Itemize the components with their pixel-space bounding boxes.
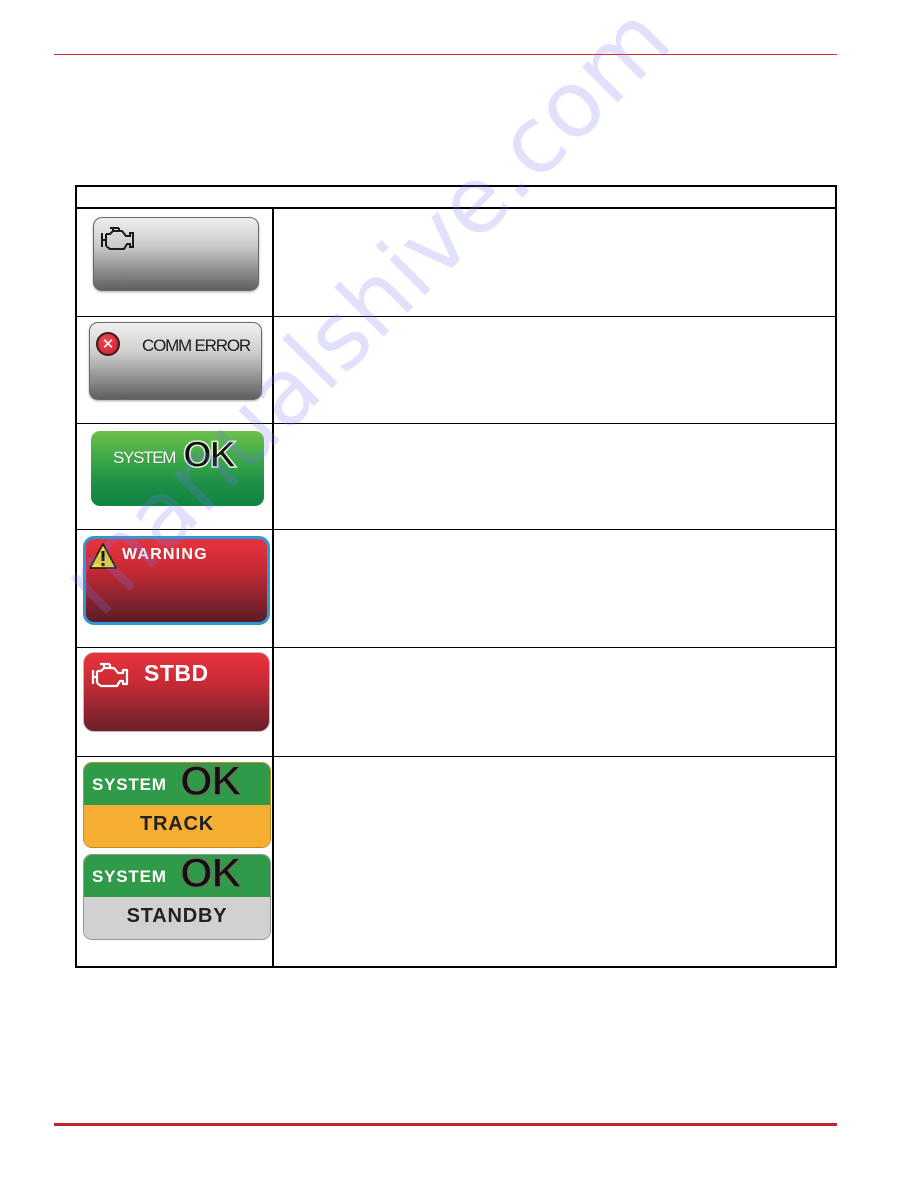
description-cell [274, 757, 835, 966]
badge-top-band: SYSTEM OK [84, 855, 270, 897]
badge-label-main: OK [182, 433, 237, 476]
system-ok-badge: SYSTEM OK [91, 431, 264, 506]
description-cell [274, 209, 835, 316]
table-row: ✕ COMM ERROR [77, 317, 835, 424]
description-cell [274, 424, 835, 529]
status-icons-table: ✕ COMM ERROR SYSTEM OK WARNING STBD SYST… [75, 185, 837, 968]
badge-label-prefix: SYSTEM [92, 867, 167, 886]
badge-mode-label: STANDBY [126, 905, 228, 927]
badge-mode-label: TRACK [140, 813, 214, 835]
table-row: SYSTEM OK [77, 424, 835, 530]
description-cell [274, 648, 835, 756]
footer-rule [54, 1123, 837, 1126]
badge-bottom-band: TRACK [84, 805, 270, 847]
warning-badge: WARNING [83, 536, 270, 625]
warning-triangle-icon [89, 543, 117, 569]
icon-cell: SYSTEM OK TRACK SYSTEM OK STANDBY [77, 757, 274, 966]
description-cell [274, 317, 835, 423]
badge-label-main: OK [179, 762, 243, 805]
badge-top-band: SYSTEM OK [84, 763, 270, 805]
icon-cell: STBD [77, 648, 274, 756]
icon-cell: SYSTEM OK [77, 424, 274, 529]
icon-cell: WARNING [77, 530, 274, 647]
badge-label: WARNING [122, 546, 208, 563]
badge-label-prefix: SYSTEM [113, 448, 176, 467]
engine-status-badge [93, 217, 259, 291]
table-header [77, 187, 835, 209]
comm-error-badge: ✕ COMM ERROR [89, 322, 262, 400]
icon-cell [77, 209, 274, 316]
table-row [77, 209, 835, 317]
badge-label-main: OK [179, 854, 243, 897]
table-row: SYSTEM OK TRACK SYSTEM OK STANDBY [77, 757, 835, 966]
badge-label-prefix: SYSTEM [92, 775, 167, 794]
system-ok-track-badge: SYSTEM OK TRACK [83, 762, 271, 848]
table-row: WARNING [77, 530, 835, 648]
system-ok-standby-badge: SYSTEM OK STANDBY [83, 854, 271, 940]
header-rule [54, 54, 837, 55]
icon-cell: ✕ COMM ERROR [77, 317, 274, 423]
badge-label: COMM ERROR [142, 336, 251, 355]
description-cell [274, 530, 835, 647]
error-x-icon: ✕ [96, 332, 120, 356]
engine-icon [101, 227, 134, 250]
stbd-engine-badge: STBD [83, 652, 270, 732]
badge-bottom-band: STANDBY [84, 897, 270, 939]
badge-label: STBD [144, 660, 209, 686]
table-row: STBD [77, 648, 835, 757]
engine-icon [91, 662, 129, 688]
